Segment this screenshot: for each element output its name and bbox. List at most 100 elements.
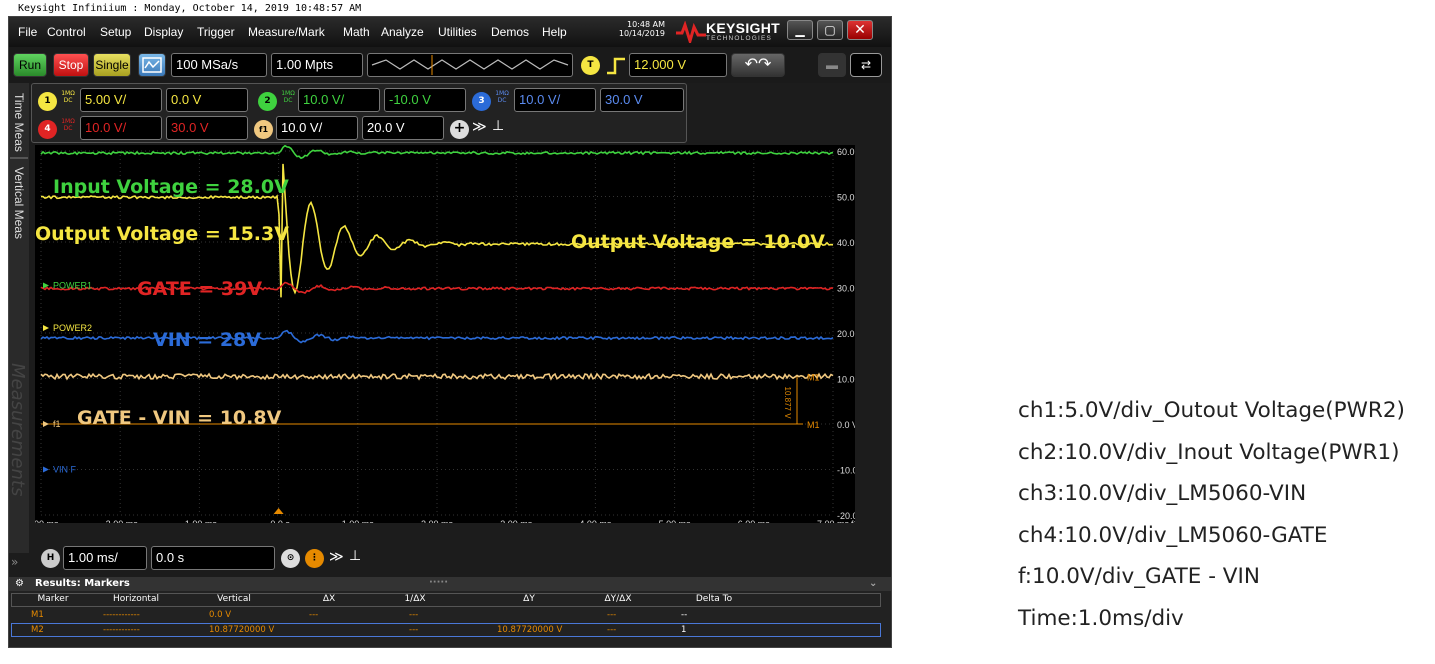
clock-date: 10/14/2019: [607, 29, 665, 38]
sample-rate-field[interactable]: 100 MSa/s: [171, 53, 267, 77]
y-tick-label: 40.0 V: [837, 238, 855, 248]
segments-button[interactable]: ⋮: [305, 549, 324, 568]
zoom-button[interactable]: ⊙: [281, 549, 300, 568]
close-icon: ✕: [854, 22, 866, 38]
plus-icon: +: [454, 120, 466, 136]
trigger-level-field[interactable]: 12.000 V: [629, 53, 727, 77]
note-ch3: ch3:10.0V/div_LM5060-VIN: [1018, 473, 1405, 515]
tab-time-meas[interactable]: Time Meas: [10, 87, 28, 157]
horizontal-controls: H 1.00 ms/ 0.0 s ⊙ ⋮ ≫ ⊥: [31, 545, 381, 573]
x-tick-label: 2.00 ms: [421, 519, 454, 523]
note-ch2: ch2:10.0V/div_Inout Voltage(PWR1): [1018, 432, 1405, 474]
channel-2-coupling: DC: [280, 97, 296, 104]
result-cell: M2: [31, 625, 44, 635]
horizontal-button[interactable]: H: [41, 549, 60, 568]
channel-4-button[interactable]: 4: [38, 120, 57, 139]
measurements-watermark: Measurements: [10, 363, 28, 496]
autoscale-button[interactable]: [138, 53, 166, 77]
collapse-results-icon[interactable]: ⌄: [869, 577, 877, 591]
results-row-selected[interactable]: [11, 623, 881, 637]
expand-icon[interactable]: ≫: [472, 119, 487, 135]
note-time: Time:1.0ms/div: [1018, 598, 1405, 640]
close-button[interactable]: ✕: [847, 20, 873, 40]
left-tab-strip: Time Meas Vertical Meas Measurements: [9, 83, 29, 553]
trace-label: POWER1: [53, 281, 92, 291]
gear-icon[interactable]: ⚙: [15, 577, 24, 591]
channel-3-button[interactable]: 3: [472, 92, 491, 111]
menu-utilities[interactable]: Utilities: [438, 25, 477, 39]
function-1-scale-field[interactable]: 10.0 V/: [276, 116, 358, 140]
menu-demos[interactable]: Demos: [491, 25, 529, 39]
touch-toggle-button[interactable]: ⇄: [850, 53, 882, 77]
channel-3-impedance: 1MΩ: [494, 90, 510, 97]
horizontal-position-field[interactable]: 0.0 s: [151, 546, 275, 570]
channel-1-offset-field[interactable]: 0.0 V: [166, 88, 248, 112]
collapse-left-icon[interactable]: »: [11, 555, 18, 569]
channel-4-scale-field[interactable]: 10.0 V/: [80, 116, 162, 140]
channel-1-impedance: 1MΩ: [60, 90, 76, 97]
trace-label: f1: [53, 419, 61, 429]
channel-1-button[interactable]: 1: [38, 92, 57, 111]
expand-horizontal-icon[interactable]: ≫: [329, 549, 344, 565]
x-tick-label: 7.00 ms: [817, 519, 850, 523]
channel-2-input-info: 1MΩ DC: [280, 90, 296, 104]
trigger-overview-strip[interactable]: [367, 53, 573, 77]
channel-3-scale-field[interactable]: 10.0 V/: [514, 88, 596, 112]
y-tick-label: 10.0 V: [837, 375, 855, 385]
memory-depth-field[interactable]: 1.00 Mpts: [271, 53, 363, 77]
x-tick-label: 5.00 ms: [659, 519, 692, 523]
channel-2-button[interactable]: 2: [258, 92, 277, 111]
minimize-icon: ▁: [795, 23, 804, 37]
col-delta-to: Delta To: [679, 594, 749, 604]
function-1-offset-field[interactable]: 20.0 V: [362, 116, 444, 140]
x-tick-label: 6.00 ms: [738, 519, 771, 523]
col-marker: Marker: [31, 594, 75, 604]
pin-horizontal-icon[interactable]: ⊥: [349, 548, 361, 564]
channel-4-offset-field[interactable]: 30.0 V: [166, 116, 248, 140]
menu-math[interactable]: Math: [343, 25, 370, 39]
channel-2-scale-field[interactable]: 10.0 V/: [298, 88, 380, 112]
horizontal-scale-field[interactable]: 1.00 ms/: [63, 546, 147, 570]
brand-subtitle: TECHNOLOGIES: [706, 35, 772, 42]
trigger-rising-edge-icon[interactable]: [605, 57, 627, 75]
menu-control[interactable]: Control: [47, 25, 86, 39]
channel-3-offset-field[interactable]: 30.0 V: [600, 88, 684, 112]
pin-icon[interactable]: ⊥: [492, 118, 504, 134]
menu-measure-mark[interactable]: Measure/Mark: [248, 25, 325, 39]
oscilloscope-app: File Control Setup Display Trigger Measu…: [8, 16, 892, 648]
result-cell: ---: [409, 625, 418, 635]
menu-trigger[interactable]: Trigger: [197, 25, 235, 39]
tool-button[interactable]: ▬: [818, 53, 846, 77]
segments-icon: ⋮: [310, 553, 319, 563]
waveform-display[interactable]: 60.0 V 50.0 V 40.0 V 30.0 V 20.0 V 10.0 V 0.0 …: [35, 145, 855, 523]
menu-setup[interactable]: Setup: [100, 25, 131, 39]
trace-input-voltage: [41, 146, 833, 159]
y-tick-label: 0.0 V: [837, 420, 855, 430]
function-1-button[interactable]: f1: [254, 120, 273, 139]
menu-file[interactable]: File: [18, 25, 37, 39]
y-tick-label: 50.0 V: [837, 193, 855, 203]
channel-2-offset-field[interactable]: -10.0 V: [384, 88, 466, 112]
add-channel-button[interactable]: +: [450, 120, 469, 139]
marker-label: M1: [807, 420, 820, 430]
channel-1-scale-field[interactable]: 5.00 V/: [80, 88, 162, 112]
annotation-label: GATE = 39V: [137, 278, 262, 300]
zoom-icon: ⊙: [287, 553, 295, 563]
trigger-indicator[interactable]: T: [581, 56, 600, 75]
undo-redo-button[interactable]: ↶↷: [731, 53, 785, 77]
drag-handle-icon[interactable]: ·····: [429, 576, 448, 590]
menu-analyze[interactable]: Analyze: [381, 25, 424, 39]
x-tick-label: 3.00 ms: [500, 519, 533, 523]
minimize-button[interactable]: ▁: [787, 20, 813, 40]
result-cell: ---: [607, 610, 616, 620]
run-button[interactable]: Run: [13, 53, 47, 77]
menu-help[interactable]: Help: [542, 25, 567, 39]
tab-vertical-meas[interactable]: Vertical Meas: [10, 161, 28, 245]
menu-display[interactable]: Display: [144, 25, 183, 39]
stop-button[interactable]: Stop: [53, 53, 89, 77]
maximize-button[interactable]: ▢: [817, 20, 843, 40]
channel-3-coupling: DC: [494, 97, 510, 104]
single-button[interactable]: Single: [93, 53, 131, 77]
touch-icon: ⇄: [861, 58, 871, 72]
maximize-icon: ▢: [824, 23, 835, 37]
